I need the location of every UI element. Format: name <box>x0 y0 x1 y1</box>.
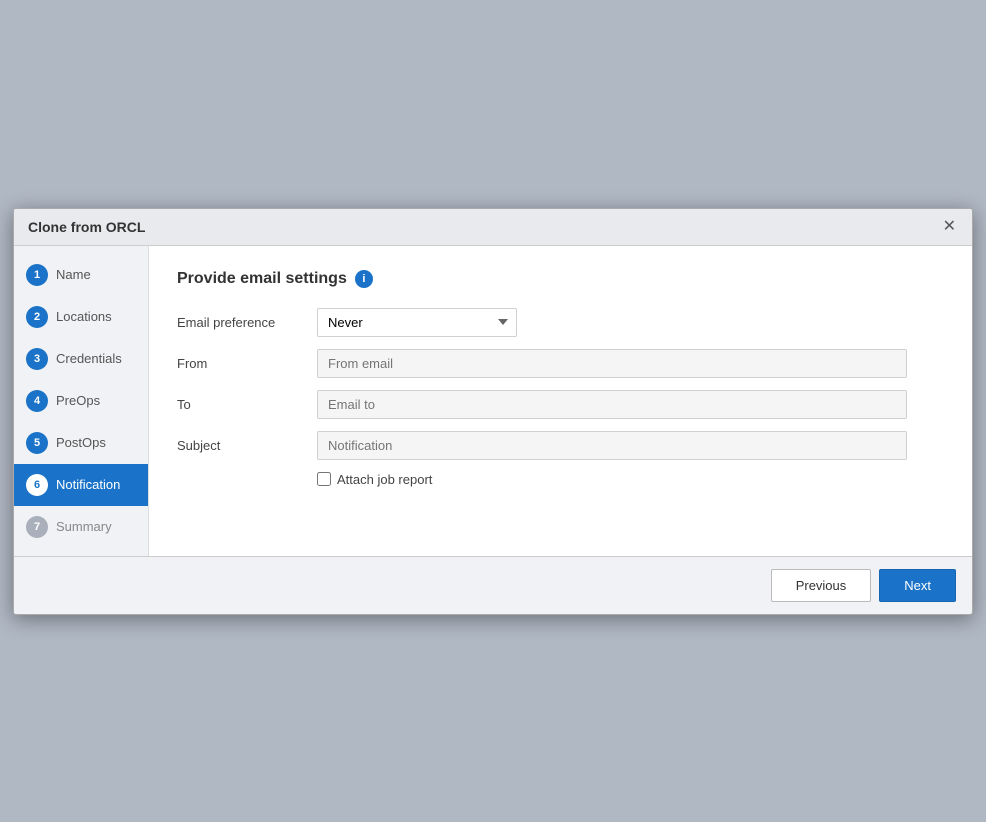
step-badge-3: 3 <box>26 348 48 370</box>
step-badge-5: 5 <box>26 432 48 454</box>
email-preference-select[interactable]: Never Always On failure <box>317 308 517 337</box>
step-badge-4: 4 <box>26 390 48 412</box>
step-badge-6: 6 <box>26 474 48 496</box>
sidebar-item-notification[interactable]: 6 Notification <box>14 464 148 506</box>
subject-control <box>317 431 907 460</box>
next-button[interactable]: Next <box>879 569 956 602</box>
to-label: To <box>177 397 317 412</box>
email-preference-row: Email preference Never Always On failure <box>177 308 944 337</box>
attach-job-report-row: Attach job report <box>317 472 944 487</box>
to-control <box>317 390 907 419</box>
section-title: Provide email settings i <box>177 270 944 288</box>
attach-job-report-checkbox[interactable] <box>317 472 331 486</box>
sidebar-item-credentials[interactable]: 3 Credentials <box>14 338 148 380</box>
from-label: From <box>177 356 317 371</box>
sidebar-item-summary[interactable]: 7 Summary <box>14 506 148 548</box>
sidebar-label-name: Name <box>56 267 91 282</box>
sidebar-item-preops[interactable]: 4 PreOps <box>14 380 148 422</box>
sidebar: 1 Name 2 Locations 3 Credentials 4 PreOp… <box>14 246 149 556</box>
section-title-text: Provide email settings <box>177 270 347 288</box>
dialog-body: 1 Name 2 Locations 3 Credentials 4 PreOp… <box>14 246 972 556</box>
clone-dialog: Clone from ORCL ✕ 1 Name 2 Locations 3 C… <box>13 208 973 615</box>
dialog-footer: Previous Next <box>14 556 972 614</box>
to-input[interactable] <box>317 390 907 419</box>
sidebar-label-credentials: Credentials <box>56 351 122 366</box>
sidebar-label-notification: Notification <box>56 477 120 492</box>
main-panel: Provide email settings i Email preferenc… <box>149 246 972 556</box>
step-badge-2: 2 <box>26 306 48 328</box>
step-badge-7: 7 <box>26 516 48 538</box>
sidebar-label-locations: Locations <box>56 309 112 324</box>
from-input[interactable] <box>317 349 907 378</box>
subject-input[interactable] <box>317 431 907 460</box>
close-button[interactable]: ✕ <box>941 219 958 235</box>
previous-button[interactable]: Previous <box>771 569 872 602</box>
from-row: From <box>177 349 944 378</box>
to-row: To <box>177 390 944 419</box>
subject-row: Subject <box>177 431 944 460</box>
email-preference-label: Email preference <box>177 315 317 330</box>
info-icon[interactable]: i <box>355 270 373 288</box>
subject-label: Subject <box>177 438 317 453</box>
sidebar-item-name[interactable]: 1 Name <box>14 254 148 296</box>
step-badge-1: 1 <box>26 264 48 286</box>
email-preference-control: Never Always On failure <box>317 308 907 337</box>
sidebar-item-postops[interactable]: 5 PostOps <box>14 422 148 464</box>
dialog-title: Clone from ORCL <box>28 219 145 235</box>
sidebar-label-postops: PostOps <box>56 435 106 450</box>
attach-job-report-label: Attach job report <box>337 472 432 487</box>
dialog-header: Clone from ORCL ✕ <box>14 209 972 246</box>
sidebar-label-preops: PreOps <box>56 393 100 408</box>
sidebar-label-summary: Summary <box>56 519 112 534</box>
sidebar-item-locations[interactable]: 2 Locations <box>14 296 148 338</box>
from-control <box>317 349 907 378</box>
